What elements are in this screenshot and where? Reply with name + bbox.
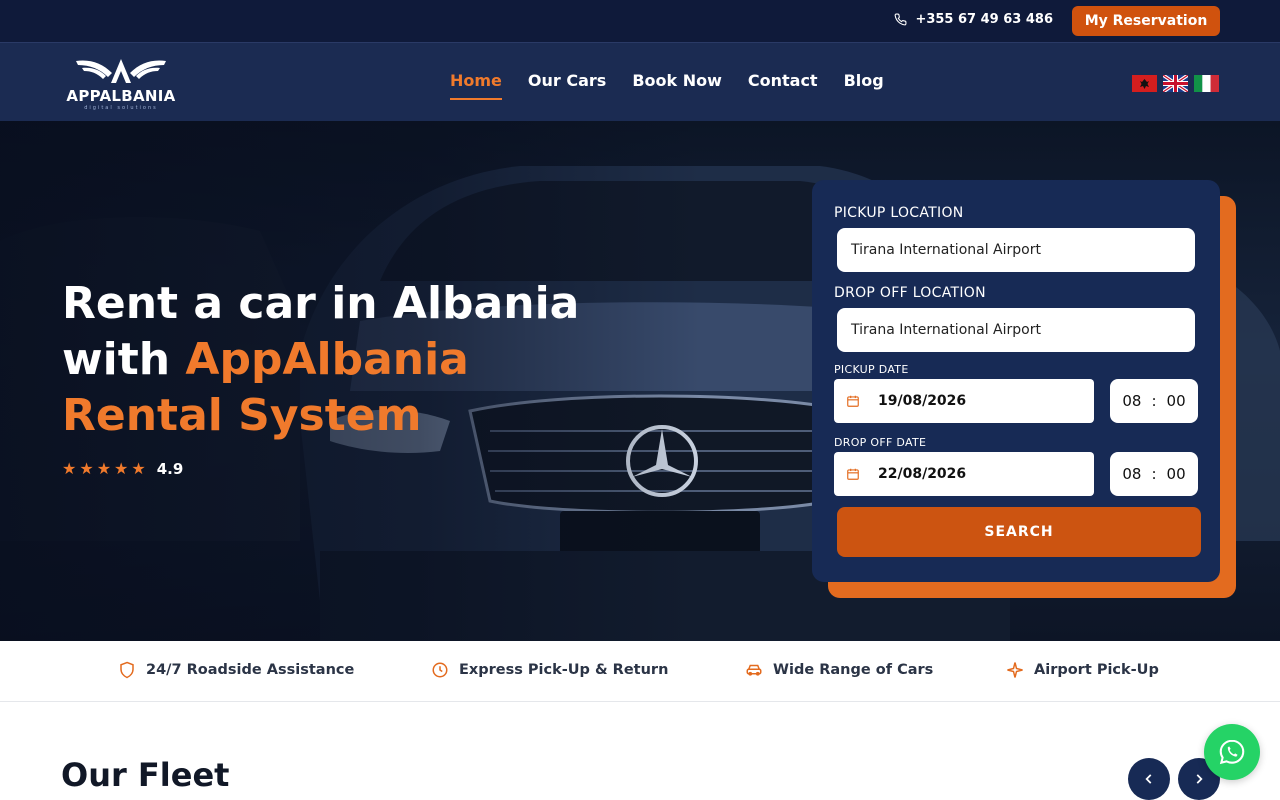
plane-icon (1007, 662, 1023, 678)
phone-contact[interactable]: +355 67 49 63 486 (894, 12, 1053, 27)
main-navbar: APPALBANIA digital solutions Home Our Ca… (0, 42, 1280, 121)
logo[interactable]: APPALBANIA digital solutions (62, 55, 180, 111)
italian-flag-icon[interactable] (1194, 75, 1219, 92)
rating: ★ ★ ★ ★ ★ 4.9 (62, 459, 183, 478)
car-icon (746, 664, 762, 676)
feature-range: Wide Range of Cars (745, 661, 933, 679)
pickup-date-label: PICKUP DATE (834, 363, 909, 376)
dropoff-location-input[interactable]: Tirana International Airport (837, 308, 1195, 352)
hero-title-line3: Rental System (62, 390, 422, 441)
star-icon: ★ (96, 459, 112, 478)
phone-number: +355 67 49 63 486 (915, 12, 1053, 27)
dropoff-date-label: DROP OFF DATE (834, 436, 927, 449)
pickup-hour[interactable]: 08 (1122, 392, 1141, 410)
phone-icon (895, 13, 907, 26)
language-switcher (1132, 75, 1219, 92)
clock-icon (432, 662, 448, 678)
dropoff-time-input[interactable]: 08 : 00 (1110, 452, 1198, 496)
feature-label: 24/7 Roadside Assistance (146, 662, 355, 678)
star-icon: ★ (79, 459, 94, 478)
rating-value: 4.9 (156, 459, 184, 478)
feature-roadside: 24/7 Roadside Assistance (118, 661, 354, 679)
fleet-prev-button[interactable] (1128, 758, 1170, 800)
features-strip: 24/7 Roadside Assistance Express Pick-Up… (0, 641, 1280, 702)
hero-title-line1: Rent a car in Albania (62, 278, 580, 329)
feature-express: Express Pick-Up & Return (431, 661, 668, 679)
whatsapp-button[interactable] (1204, 724, 1260, 780)
star-icon: ★ (62, 459, 77, 478)
time-separator: : (1151, 465, 1157, 483)
search-button[interactable]: SEARCH (837, 507, 1201, 557)
pickup-location-input[interactable]: Tirana International Airport (837, 228, 1195, 272)
hero-title-prefix: with (62, 334, 186, 385)
logo-wordmark: APPALBANIA (66, 87, 176, 105)
time-separator: : (1151, 392, 1157, 410)
feature-airport: Airport Pick-Up (1006, 661, 1159, 679)
top-bar: +355 67 49 63 486 My Reservation (0, 0, 1280, 42)
logo-tagline: digital solutions (84, 105, 158, 111)
hero-title-brand: AppAlbania (185, 334, 469, 385)
feature-label: Airport Pick-Up (1034, 662, 1159, 678)
dropoff-date-value: 22/08/2026 (878, 466, 967, 482)
chevron-right-icon (1196, 774, 1203, 784)
star-icon: ★ (131, 459, 146, 478)
pickup-date-input[interactable]: 19/08/2026 (834, 379, 1094, 423)
dropoff-minute[interactable]: 00 (1167, 465, 1186, 483)
hero-heading: Rent a car in Albania with AppAlbania Re… (62, 276, 662, 444)
nav-book-now[interactable]: Book Now (632, 71, 722, 100)
wings-logo-icon (76, 59, 166, 83)
nav-home[interactable]: Home (450, 71, 502, 100)
whatsapp-icon (1219, 739, 1245, 765)
pickup-time-input[interactable]: 08 : 00 (1110, 379, 1198, 423)
shield-icon (120, 661, 134, 679)
star-icon: ★ (114, 459, 129, 478)
nav-our-cars[interactable]: Our Cars (528, 71, 606, 100)
my-reservation-button[interactable]: My Reservation (1072, 6, 1220, 36)
calendar-icon (847, 395, 859, 407)
nav-menu: Home Our Cars Book Now Contact Blog (450, 71, 884, 100)
pickup-minute[interactable]: 00 (1167, 392, 1186, 410)
nav-contact[interactable]: Contact (748, 71, 818, 100)
dropoff-date-input[interactable]: 22/08/2026 (834, 452, 1094, 496)
dropoff-location-label: DROP OFF LOCATION (834, 285, 986, 301)
feature-label: Express Pick-Up & Return (459, 662, 669, 678)
chevron-left-icon (1145, 774, 1152, 784)
albanian-flag-icon[interactable] (1132, 75, 1157, 92)
dropoff-hour[interactable]: 08 (1122, 465, 1141, 483)
pickup-date-value: 19/08/2026 (878, 393, 967, 409)
nav-blog[interactable]: Blog (844, 71, 884, 100)
uk-flag-icon[interactable] (1163, 75, 1188, 92)
pickup-location-label: PICKUP LOCATION (834, 205, 964, 221)
feature-label: Wide Range of Cars (773, 662, 934, 678)
calendar-icon (847, 468, 859, 480)
fleet-heading: Our Fleet (61, 756, 230, 794)
